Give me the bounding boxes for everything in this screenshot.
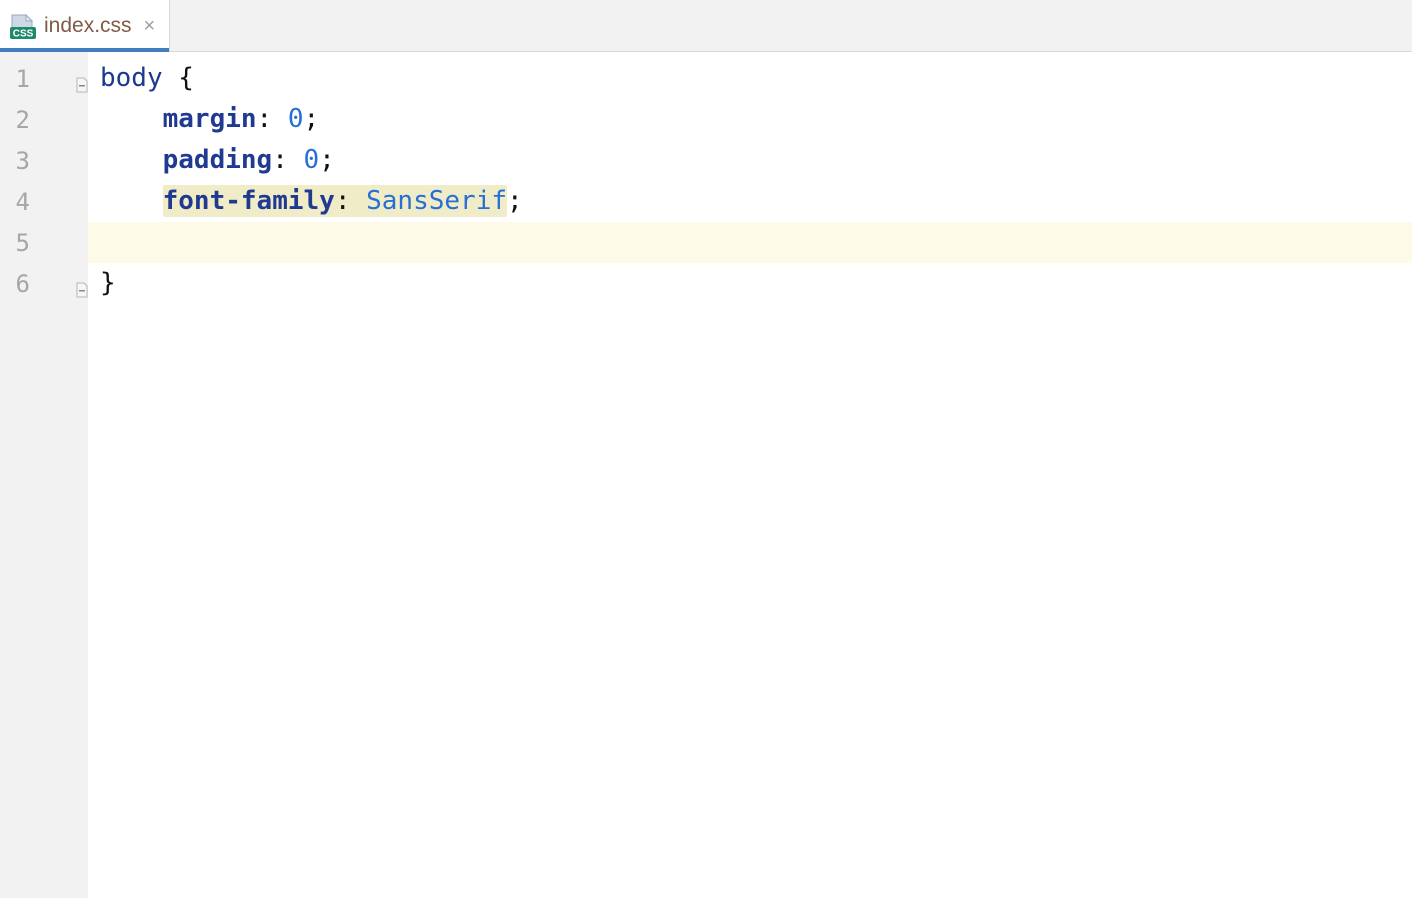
- css-badge-text: CSS: [13, 28, 34, 39]
- token: 0: [304, 145, 320, 175]
- token: padding: [163, 145, 273, 175]
- indent: [100, 186, 163, 216]
- code-editor[interactable]: 123456 body { margin: 0; padding: 0; fon…: [0, 52, 1412, 898]
- gutter-line-number: 5: [0, 222, 88, 263]
- token: ;: [304, 104, 320, 134]
- token: 0: [288, 104, 304, 134]
- token: [272, 104, 288, 134]
- token: }: [100, 268, 116, 298]
- code-line[interactable]: [88, 222, 1412, 263]
- css-file-icon: CSS: [10, 13, 36, 39]
- gutter: 123456: [0, 52, 88, 898]
- token: font-family: [163, 186, 335, 216]
- token: ;: [507, 186, 523, 216]
- gutter-line-number: 2: [0, 99, 88, 140]
- token: :: [257, 104, 273, 134]
- gutter-line-number: 6: [0, 263, 88, 304]
- token: :: [272, 145, 288, 175]
- gutter-line-number: 4: [0, 181, 88, 222]
- tab-filename: index.css: [44, 14, 132, 38]
- token: SansSerif: [366, 186, 507, 216]
- code-line[interactable]: margin: 0;: [88, 99, 1412, 140]
- token: margin: [163, 104, 257, 134]
- indent: [100, 145, 163, 175]
- code-area[interactable]: body { margin: 0; padding: 0; font-famil…: [88, 52, 1412, 898]
- token: ;: [319, 145, 335, 175]
- code-line[interactable]: font-family: SansSerif;: [88, 181, 1412, 222]
- token: [350, 186, 366, 216]
- highlight-same-occurrence: font-family: SansSerif: [163, 185, 507, 217]
- close-icon[interactable]: ×: [144, 16, 156, 36]
- code-line[interactable]: padding: 0;: [88, 140, 1412, 181]
- token: [288, 145, 304, 175]
- token: body: [100, 63, 163, 93]
- tab-bar: CSS index.css ×: [0, 0, 1412, 52]
- token: {: [178, 63, 194, 93]
- tab-index-css[interactable]: CSS index.css ×: [0, 0, 170, 51]
- gutter-line-number: 1: [0, 58, 88, 99]
- token: [163, 63, 179, 93]
- token: :: [335, 186, 351, 216]
- code-line[interactable]: }: [88, 263, 1412, 304]
- code-line[interactable]: body {: [88, 58, 1412, 99]
- gutter-line-number: 3: [0, 140, 88, 181]
- indent: [100, 104, 163, 134]
- editor-app: CSS index.css × 123456 body { margin: 0;…: [0, 0, 1412, 898]
